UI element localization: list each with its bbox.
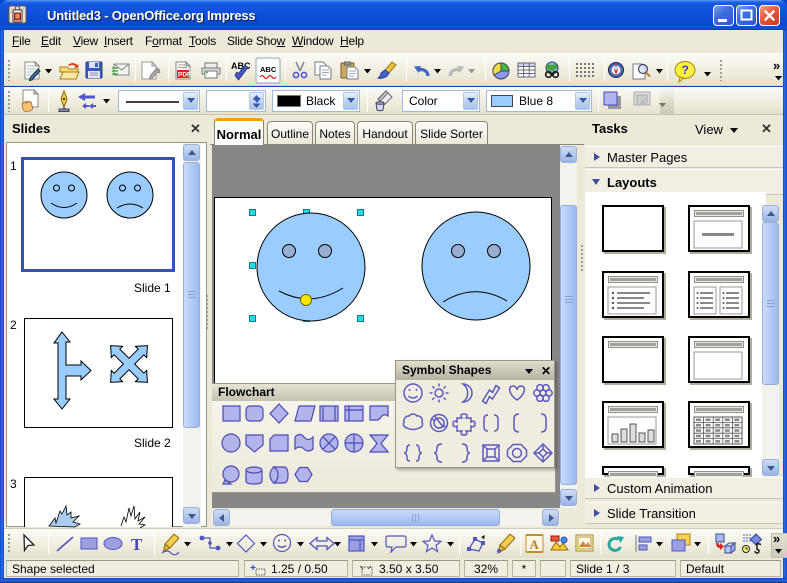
- svg-text:T: T: [131, 535, 143, 554]
- svg-text:PDF: PDF: [178, 72, 191, 79]
- svg-text:»: »: [773, 531, 780, 546]
- svg-text:ABC: ABC: [260, 65, 277, 74]
- svg-text:A: A: [530, 537, 540, 552]
- svg-text:?: ?: [682, 63, 689, 77]
- svg-text:»: »: [773, 58, 780, 73]
- svg-text:ABC: ABC: [231, 61, 251, 71]
